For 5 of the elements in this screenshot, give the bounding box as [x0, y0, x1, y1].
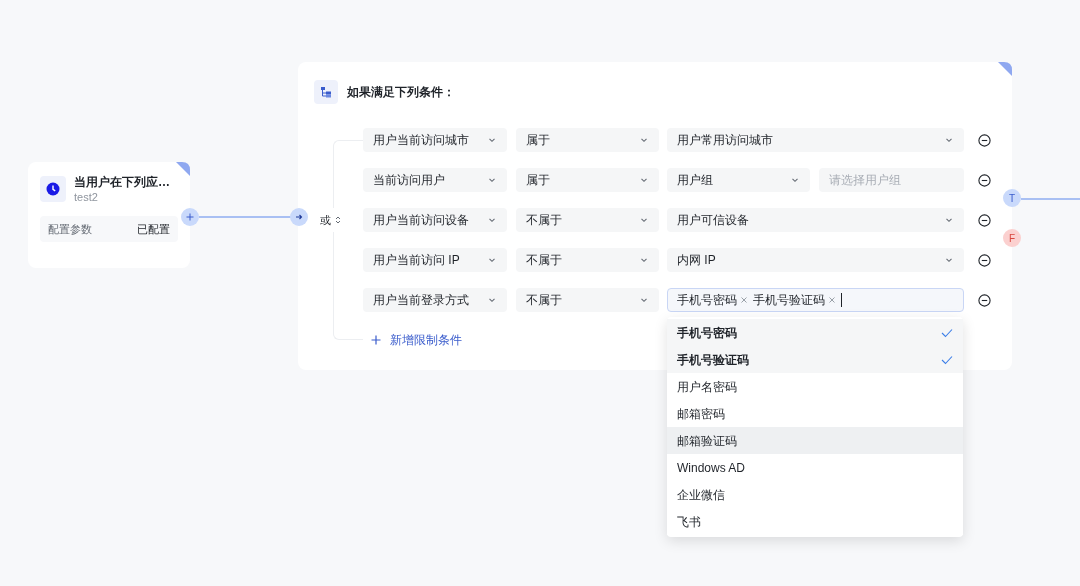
node-title: 当用户在下列应… [74, 174, 170, 190]
param-label: 配置参数 [48, 221, 92, 237]
param-value: 已配置 [137, 221, 170, 237]
node-subtitle: test2 [74, 190, 99, 204]
condition-title: 如果满足下列条件： [347, 84, 455, 101]
